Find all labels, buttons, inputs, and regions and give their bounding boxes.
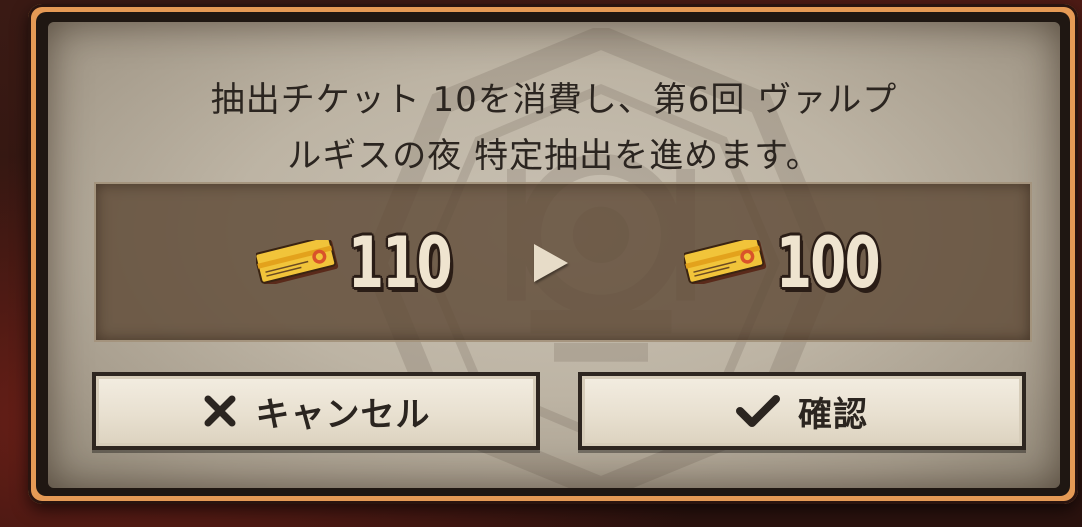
dialog-message-line-1: 抽出チケット 10を消費し、第6回 ヴァルプ (210, 80, 898, 120)
close-x-icon (204, 395, 235, 427)
dialog-message-line-2: ルギスの夜 特定抽出を進めます。 (287, 136, 821, 176)
ticket-count-before: 110 (348, 222, 453, 304)
dialog-message: 抽出チケット 10を消費し、第6回 ヴァルプ ルギスの夜 特定抽出を進めます。 (48, 72, 1060, 184)
confirm-button-label: 確認 (798, 394, 868, 435)
confirm-dialog: 抽出チケット 10を消費し、第6回 ヴァルプ ルギスの夜 特定抽出を進めます。 … (48, 22, 1060, 488)
ticket-change-panel: 110 100 (94, 182, 1032, 342)
play-arrow-icon (534, 244, 568, 282)
cancel-button-label: キャンセル (255, 394, 431, 435)
cancel-button[interactable]: キャンセル (92, 372, 540, 450)
gacha-ticket-icon (256, 240, 339, 284)
ticket-count-after: 100 (776, 222, 881, 304)
confirm-button[interactable]: 確認 (578, 372, 1026, 450)
checkmark-icon (736, 395, 780, 427)
gacha-ticket-icon (684, 240, 767, 284)
